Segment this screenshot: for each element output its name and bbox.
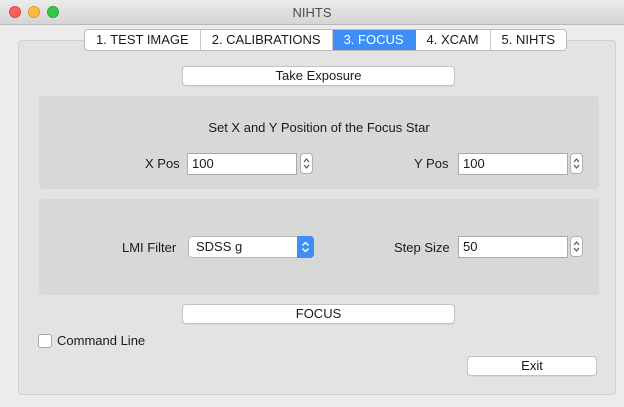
command-line-checkbox[interactable] xyxy=(38,334,52,348)
step-size-stepper[interactable] xyxy=(570,236,583,257)
position-heading: Set X and Y Position of the Focus Star xyxy=(208,120,430,135)
stepper-arrows-icon xyxy=(573,158,580,169)
tab-calibrations[interactable]: 2. CALIBRATIONS xyxy=(201,30,333,50)
x-pos-label: X Pos xyxy=(145,156,180,171)
select-arrow[interactable] xyxy=(297,236,314,258)
chevron-up-down-icon xyxy=(302,241,309,253)
window-title: NIHTS xyxy=(292,5,332,20)
stepper-arrows-icon xyxy=(573,241,580,252)
y-pos-label: Y Pos xyxy=(414,156,449,171)
x-pos-stepper[interactable] xyxy=(300,153,313,174)
tab-test-image[interactable]: 1. TEST IMAGE xyxy=(85,30,201,50)
lmi-filter-label: LMI Filter xyxy=(122,240,177,255)
stepper-arrows-icon xyxy=(303,158,310,169)
exit-button[interactable]: Exit xyxy=(467,356,597,376)
take-exposure-button[interactable]: Take Exposure xyxy=(182,66,455,86)
step-size-label: Step Size xyxy=(394,240,450,255)
x-pos-input[interactable]: 100 xyxy=(187,153,297,175)
command-line-label[interactable]: Command Line xyxy=(57,333,145,348)
lmi-filter-value: SDSS g xyxy=(196,239,243,254)
tab-nihts[interactable]: 5. NIHTS xyxy=(491,30,566,50)
position-group xyxy=(39,96,599,189)
tab-focus[interactable]: 3. FOCUS xyxy=(332,30,416,50)
step-size-input[interactable]: 50 xyxy=(458,236,568,258)
title-bar[interactable]: NIHTS xyxy=(0,0,624,25)
y-pos-input[interactable]: 100 xyxy=(458,153,568,175)
tab-xcam[interactable]: 4. XCAM xyxy=(416,30,491,50)
tab-bar: 1. TEST IMAGE 2. CALIBRATIONS 3. FOCUS 4… xyxy=(84,29,568,51)
y-pos-stepper[interactable] xyxy=(570,153,583,174)
focus-button[interactable]: FOCUS xyxy=(182,304,455,324)
lmi-filter-select[interactable]: SDSS g xyxy=(188,236,314,258)
